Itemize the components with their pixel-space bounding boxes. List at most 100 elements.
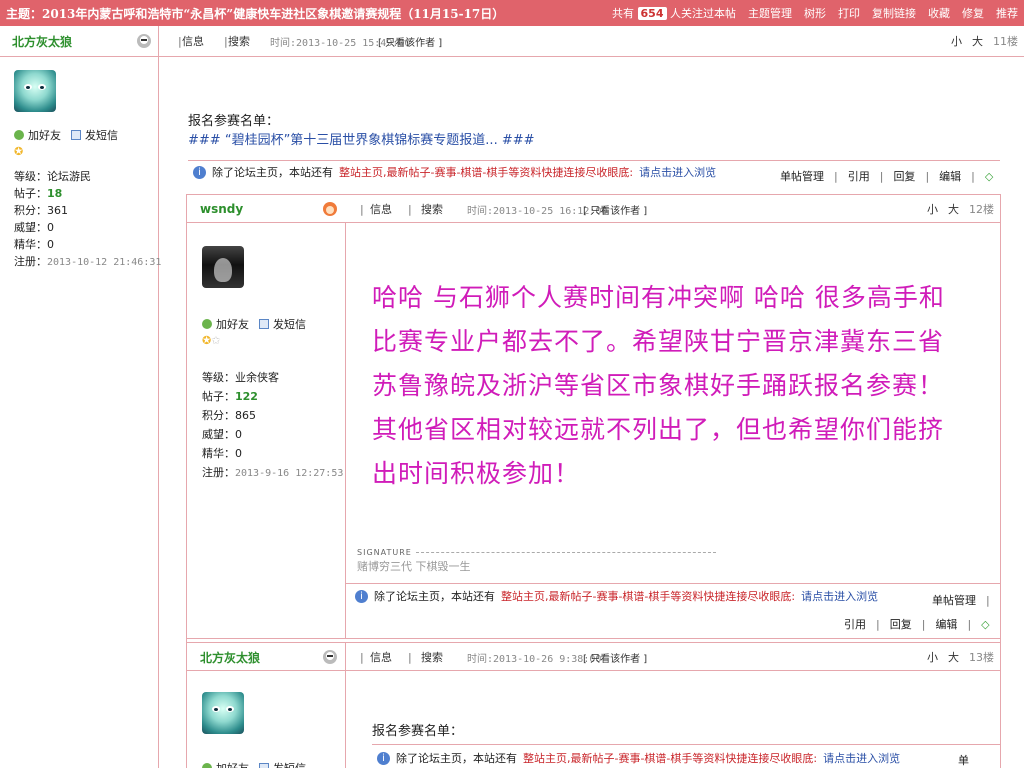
post13-search-link[interactable]: 搜索 — [421, 649, 443, 665]
back-to-top-icon[interactable]: ◇ — [985, 170, 993, 183]
post13-send-message[interactable]: 发短信 — [273, 760, 306, 768]
post11-gender-icon — [136, 33, 152, 52]
repair-link[interactable]: 修复 — [962, 5, 984, 21]
post11-manage[interactable]: 单帖管理 — [780, 168, 824, 184]
info-icon: i — [377, 751, 390, 765]
post11-add-friend[interactable]: 加好友 — [28, 127, 61, 143]
post12-points: 865 — [235, 409, 256, 422]
post11-header-divider — [0, 56, 1024, 57]
post11-posts: 18 — [47, 187, 63, 200]
post12-sidebar-divider — [345, 222, 346, 638]
post13-font-small[interactable]: 小 — [927, 649, 938, 665]
post13-font-big[interactable]: 大 — [948, 649, 959, 665]
post11-level: 论坛游民 — [47, 170, 91, 183]
post13-info-link[interactable]: 信息 — [370, 649, 392, 665]
post12-author-name[interactable]: wsndy — [200, 202, 243, 216]
post12-header-divider — [186, 222, 1000, 223]
post11-author-name[interactable]: 北方灰太狼 — [12, 33, 72, 50]
post11-rank-stars: ✪ — [14, 145, 24, 158]
post12-user-actions: 加好友 发短信 — [202, 316, 306, 332]
post13-floor: 13楼 — [969, 651, 994, 664]
message-icon — [259, 319, 269, 329]
sidebar-divider — [158, 26, 159, 768]
post12-only-author-link[interactable]: [ 只看该作者 ] — [583, 202, 647, 217]
post12-toolbar: 引用 | 回复 | 编辑 | ◇ — [844, 616, 990, 632]
post11-floor: 11楼 — [993, 35, 1018, 48]
post12-add-friend[interactable]: 加好友 — [216, 316, 249, 332]
post11-send-message[interactable]: 发短信 — [85, 127, 118, 143]
post12-quote[interactable]: 引用 — [844, 616, 866, 632]
post12-reg: 2013-9-16 12:27:53 — [235, 468, 344, 479]
post11-notice: i 除了论坛主页，本站还有 整站主页,最新帖子-赛事-棋谱-棋手等资料快捷连接尽收… — [193, 164, 716, 180]
post13-add-friend[interactable]: 加好友 — [216, 760, 249, 768]
post11-toolbar: 单帖管理 | 引用 | 回复 | 编辑 | ◇ — [780, 168, 994, 184]
post12-font-small[interactable]: 小 — [927, 201, 938, 217]
post11-essence: 0 — [47, 238, 54, 251]
copy-link[interactable]: 复制链接 — [872, 5, 916, 21]
back-to-top-icon[interactable]: ◇ — [981, 618, 989, 631]
recommend-link[interactable]: 推荐 — [996, 5, 1018, 21]
post12-browse-link[interactable]: 请点击进入浏览 — [801, 588, 878, 604]
post13-avatar[interactable] — [202, 692, 244, 734]
post11-topic-link[interactable]: “碧桂园杯”第十三届世界象棋锦标赛专题报道... — [225, 133, 498, 148]
post12-avatar[interactable] — [202, 246, 244, 288]
post12-notice: i 除了论坛主页，本站还有 整站主页,最新帖子-赛事-棋谱-棋手等资料快捷连接尽收… — [355, 588, 878, 604]
post12-essence: 0 — [235, 447, 242, 460]
topic-manage-link[interactable]: 主题管理 — [748, 5, 792, 21]
post12-edit[interactable]: 编辑 — [935, 616, 957, 632]
post12-notice-link[interactable]: 整站主页,最新帖子-赛事-棋谱-棋手等资料快捷连接尽收眼底: — [501, 588, 795, 604]
post12-line-2: 比赛专业户都去不了。希望陕甘宁晋京津冀东三省 — [372, 327, 945, 356]
print-link[interactable]: 打印 — [838, 5, 860, 21]
post13-manage[interactable]: 单 — [958, 752, 969, 768]
post11-avatar[interactable] — [14, 70, 56, 112]
post11-reply[interactable]: 回复 — [893, 168, 915, 184]
favorite-link[interactable]: 收藏 — [928, 5, 950, 21]
post13-content: 报名参赛名单： — [372, 722, 463, 741]
post11-header: 北方灰太狼 | 信息 | 搜索 时间:2013-10-25 15:49:00 [… — [12, 28, 1024, 54]
post11-content-divider — [188, 160, 1000, 161]
post13-only-author-link[interactable]: [ 只看该作者 ] — [583, 650, 647, 665]
post12-header: wsndy | 信息 | 搜索 时间:2013-10-25 16:12:00 [… — [200, 196, 1000, 222]
post13-browse-link[interactable]: 请点击进入浏览 — [823, 750, 900, 766]
info-icon: i — [193, 165, 206, 179]
post11-font-big[interactable]: 大 — [972, 33, 983, 49]
thread-topbar: 主题：2013年内蒙古呼和浩特市“永昌杯”健康快车进社区象棋邀请赛规程（11月1… — [0, 0, 1024, 26]
followers-prefix: 共有 — [612, 7, 635, 20]
post11-edit[interactable]: 编辑 — [939, 168, 961, 184]
post11-search-link[interactable]: 搜索 — [228, 33, 250, 49]
post11-user-actions: 加好友 发短信 — [14, 127, 118, 143]
post11-browse-link[interactable]: 请点击进入浏览 — [639, 164, 716, 180]
post12-bottom-border — [186, 638, 1000, 639]
post12-content-divider — [345, 583, 1000, 584]
post12-reply[interactable]: 回复 — [890, 616, 912, 632]
post13-content-divider — [372, 744, 1000, 745]
post13-header-divider — [186, 670, 1000, 671]
post12-send-message[interactable]: 发短信 — [273, 316, 306, 332]
post11-info-link[interactable]: 信息 — [182, 33, 204, 49]
post11-quote[interactable]: 引用 — [848, 168, 870, 184]
post12-gender-icon — [322, 201, 338, 220]
tree-view-link[interactable]: 树形 — [804, 5, 826, 21]
post13-notice-link[interactable]: 整站主页,最新帖子-赛事-棋谱-棋手等资料快捷连接尽收眼底: — [523, 750, 817, 766]
post12-posts: 122 — [235, 390, 258, 403]
post11-points: 361 — [47, 204, 68, 217]
post13-notice: i 除了论坛主页，本站还有 整站主页,最新帖子-赛事-棋谱-棋手等资料快捷连接尽收… — [377, 750, 900, 766]
post12-line-1: 哈哈 与石狮个人赛时间有冲突啊 哈哈 很多高手和 — [372, 283, 945, 312]
post11-prestige: 0 — [47, 221, 54, 234]
post11-notice-link[interactable]: 整站主页,最新帖子-赛事-棋谱-棋手等资料快捷连接尽收眼底: — [339, 164, 633, 180]
post13-author-name[interactable]: 北方灰太狼 — [200, 649, 260, 666]
post12-manage[interactable]: 单帖管理 — [932, 592, 976, 608]
post11-font-small[interactable]: 小 — [951, 33, 962, 49]
post12-info-link[interactable]: 信息 — [370, 201, 392, 217]
post13-time: 时间:2013-10-26 9:38:00 — [467, 653, 602, 665]
post11-only-author-link[interactable]: [ 只看该作者 ] — [378, 34, 442, 49]
post12-font-big[interactable]: 大 — [948, 201, 959, 217]
post12-line-4: 其他省区相对较远就不列出了，但也希望你们能挤 — [372, 415, 945, 444]
post13-gender-icon — [322, 649, 338, 668]
post12-search-link[interactable]: 搜索 — [421, 201, 443, 217]
add-friend-icon — [202, 763, 212, 768]
post11-line1: 报名参赛名单： — [188, 114, 280, 129]
post12-right-border — [1000, 194, 1001, 768]
add-friend-icon — [202, 319, 212, 329]
post12-prestige: 0 — [235, 428, 242, 441]
